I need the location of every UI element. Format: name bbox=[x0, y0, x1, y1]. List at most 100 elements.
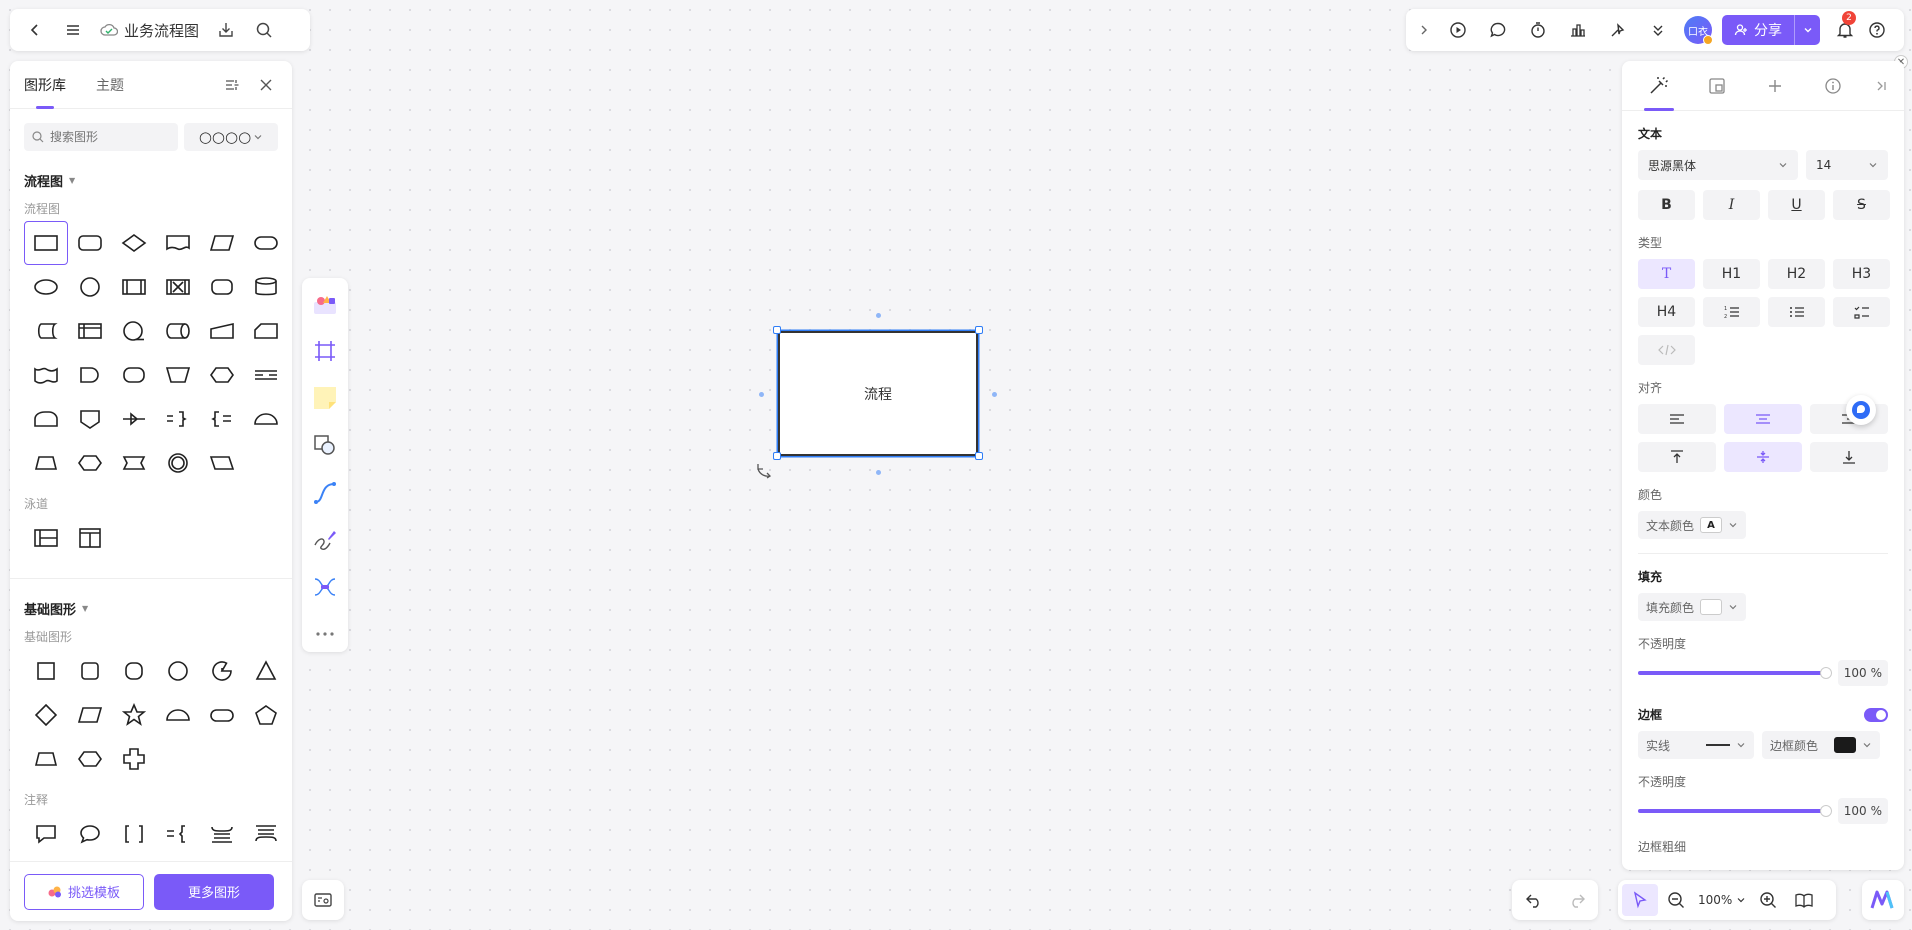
close-icon[interactable] bbox=[254, 73, 278, 97]
shape-predefined-process[interactable] bbox=[112, 265, 156, 309]
connector-tool-icon[interactable] bbox=[307, 475, 343, 510]
shape-pie[interactable] bbox=[200, 649, 244, 693]
more-shapes-button[interactable]: 更多图形 bbox=[154, 873, 274, 910]
back-icon[interactable] bbox=[18, 13, 52, 47]
shape-display[interactable] bbox=[24, 397, 68, 441]
heading2-button[interactable]: H2 bbox=[1768, 259, 1825, 289]
resize-handle-top-left[interactable] bbox=[773, 326, 781, 334]
zoom-level-select[interactable]: 100% bbox=[1694, 893, 1750, 907]
align-bottom-icon[interactable] bbox=[1810, 442, 1888, 472]
heading1-button[interactable]: H1 bbox=[1703, 259, 1760, 289]
tab-style-icon[interactable] bbox=[1630, 61, 1688, 111]
resize-handle-bottom-left[interactable] bbox=[773, 452, 781, 460]
shape-terminator[interactable] bbox=[244, 221, 288, 265]
canvas-process-shape[interactable]: 流程 bbox=[778, 331, 978, 456]
shape-merge-arrow[interactable] bbox=[112, 397, 156, 441]
library-settings-icon[interactable] bbox=[220, 73, 244, 97]
shape-manual-operation[interactable] bbox=[156, 353, 200, 397]
expand-toolbar-icon[interactable] bbox=[1410, 13, 1438, 47]
code-block-icon[interactable] bbox=[1638, 335, 1695, 365]
more-tools-icon[interactable] bbox=[1638, 13, 1678, 47]
shape-connector[interactable] bbox=[68, 265, 112, 309]
timer-icon[interactable] bbox=[1518, 13, 1558, 47]
fill-color-select[interactable]: 填充颜色 bbox=[1638, 593, 1747, 621]
connection-point-top[interactable] bbox=[876, 313, 881, 318]
shape-semicircle[interactable] bbox=[156, 693, 200, 737]
connection-point-left[interactable] bbox=[759, 392, 764, 397]
slider-knob[interactable] bbox=[1820, 805, 1832, 817]
align-middle-icon[interactable] bbox=[1724, 442, 1802, 472]
tab-info-icon[interactable] bbox=[1804, 61, 1862, 111]
text-color-select[interactable]: 文本颜色 A bbox=[1638, 511, 1747, 539]
shape-capsule[interactable] bbox=[200, 693, 244, 737]
font-family-select[interactable]: 思源黑体 bbox=[1638, 150, 1798, 180]
shape-manual-input[interactable] bbox=[200, 309, 244, 353]
vote-icon[interactable] bbox=[1558, 13, 1598, 47]
template-gallery-icon[interactable] bbox=[307, 286, 343, 321]
text-type-icon[interactable]: T bbox=[1638, 259, 1695, 289]
heading3-button[interactable]: H3 bbox=[1833, 259, 1890, 289]
doc-title[interactable]: 业务流程图 bbox=[94, 13, 205, 47]
shape-square[interactable] bbox=[24, 649, 68, 693]
align-top-icon[interactable] bbox=[1638, 442, 1716, 472]
more-icon[interactable] bbox=[307, 617, 343, 652]
border-style-select[interactable]: 实线 bbox=[1638, 731, 1754, 759]
shape-direct-data[interactable] bbox=[156, 309, 200, 353]
shape-style-picker[interactable]: ○○○○ bbox=[184, 123, 278, 151]
laser-pointer-icon[interactable] bbox=[1598, 13, 1638, 47]
strikethrough-icon[interactable]: S bbox=[1833, 190, 1890, 220]
slider-knob[interactable] bbox=[1820, 667, 1832, 679]
shape-top-brace[interactable] bbox=[244, 812, 288, 856]
section-flowchart[interactable]: 流程图 ▼ bbox=[24, 171, 278, 190]
checklist-icon[interactable] bbox=[1833, 297, 1890, 327]
zoom-in-icon[interactable] bbox=[1750, 884, 1786, 916]
shape-document[interactable] bbox=[156, 221, 200, 265]
undo-icon[interactable] bbox=[1517, 884, 1551, 916]
shape-paper-tape[interactable] bbox=[24, 353, 68, 397]
shape-step[interactable] bbox=[112, 441, 156, 485]
shape-parallelogram[interactable] bbox=[200, 441, 244, 485]
shape-square-brackets[interactable] bbox=[112, 812, 156, 856]
tab-layout-icon[interactable] bbox=[1688, 61, 1746, 111]
shape-parallelogram-basic[interactable] bbox=[68, 693, 112, 737]
shape-cross[interactable] bbox=[112, 737, 156, 781]
shape-hexagon-basic[interactable] bbox=[68, 737, 112, 781]
shape-bracket-left[interactable] bbox=[200, 397, 244, 441]
shape-data[interactable] bbox=[200, 221, 244, 265]
menu-icon[interactable] bbox=[56, 13, 90, 47]
shape-star[interactable] bbox=[112, 693, 156, 737]
shape-speech-rect[interactable] bbox=[24, 812, 68, 856]
mindmap-tool-icon[interactable] bbox=[307, 570, 343, 605]
shape-brace-annotation[interactable] bbox=[156, 812, 200, 856]
underline-icon[interactable]: U bbox=[1768, 190, 1825, 220]
bold-icon[interactable]: B bbox=[1638, 190, 1695, 220]
sticky-note-icon[interactable] bbox=[307, 381, 343, 416]
zoom-out-icon[interactable] bbox=[1658, 884, 1694, 916]
shape-half-circle[interactable] bbox=[244, 397, 288, 441]
shape-trapezoid[interactable] bbox=[24, 441, 68, 485]
shape-sequential-data[interactable] bbox=[112, 309, 156, 353]
ai-assistant-logo-icon[interactable] bbox=[1862, 880, 1904, 920]
shape-speech-oval[interactable] bbox=[68, 812, 112, 856]
present-icon[interactable] bbox=[1438, 13, 1478, 47]
font-size-select[interactable]: 14 bbox=[1806, 150, 1888, 180]
border-opacity-slider[interactable] bbox=[1638, 805, 1832, 817]
shape-text[interactable]: 流程 bbox=[864, 384, 892, 404]
fill-opacity-input[interactable]: 100% bbox=[1838, 660, 1888, 686]
shape-trapezoid-basic[interactable] bbox=[24, 737, 68, 781]
pick-template-button[interactable]: 挑选模板 bbox=[24, 873, 144, 910]
numbered-list-icon[interactable]: 12 bbox=[1703, 297, 1760, 327]
shape-alternate-process[interactable] bbox=[68, 221, 112, 265]
shape-circle[interactable] bbox=[156, 649, 200, 693]
shape-ellipse[interactable] bbox=[24, 265, 68, 309]
align-center-icon[interactable] bbox=[1724, 404, 1802, 434]
help-icon[interactable] bbox=[1862, 13, 1892, 47]
collapse-panel-icon[interactable] bbox=[1866, 61, 1896, 111]
border-opacity-input[interactable]: 100% bbox=[1838, 798, 1888, 824]
comment-icon[interactable] bbox=[1478, 13, 1518, 47]
minimap-icon[interactable] bbox=[302, 880, 344, 920]
shape-card[interactable] bbox=[244, 309, 288, 353]
italic-icon[interactable]: I bbox=[1703, 190, 1760, 220]
connection-point-bottom[interactable] bbox=[876, 470, 881, 475]
share-main-button[interactable]: 分享 bbox=[1722, 15, 1794, 45]
